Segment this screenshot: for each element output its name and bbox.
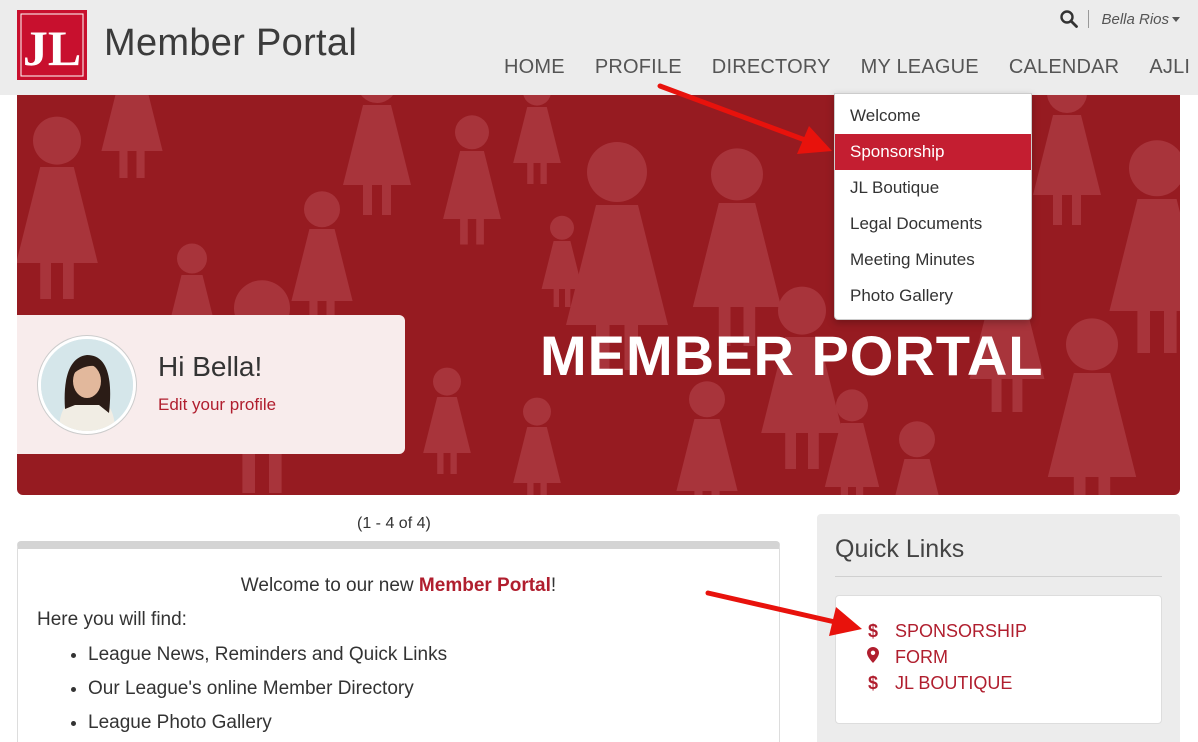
quick-link-label: FORM (895, 647, 948, 667)
avatar[interactable] (38, 336, 136, 434)
welcome-brand: Member Portal (418, 575, 551, 596)
quick-link-label: JL BOUTIQUE (895, 673, 1013, 693)
dollar-icon: $ (867, 673, 878, 693)
edit-profile-link[interactable]: Edit your profile (158, 395, 276, 415)
dropdown-item-legal-documents[interactable]: Legal Documents (835, 206, 1031, 242)
pagination-count: (1 - 4 of 4) (357, 515, 431, 532)
nav-directory[interactable]: DIRECTORY (697, 56, 846, 79)
jl-logo-mark: JL (17, 10, 87, 80)
dropdown-item-meeting-minutes[interactable]: Meeting Minutes (835, 242, 1031, 278)
quick-links-panel: Quick Links $ SPONSORSHIP FORM $ JL BOUT… (817, 514, 1180, 742)
dropdown-item-welcome[interactable]: Welcome (835, 98, 1031, 134)
nav-home[interactable]: HOME (489, 56, 580, 79)
quick-link-jl-boutique[interactable]: $ JL BOUTIQUE (866, 673, 1012, 694)
quick-link-label: SPONSORSHIP (895, 621, 1028, 641)
nav-my-league[interactable]: MY LEAGUE (846, 56, 994, 79)
greeting-card: Hi Bella! Edit your profile (17, 315, 405, 454)
quick-links-title: Quick Links (835, 535, 965, 563)
dropdown-item-photo-gallery[interactable]: Photo Gallery (835, 278, 1031, 314)
profile-photo (41, 339, 133, 431)
quick-links-box: $ SPONSORSHIP FORM $ JL BOUTIQUE (835, 595, 1162, 724)
list-item: League News, Reminders and Quick Links (88, 643, 447, 677)
nav-profile[interactable]: PROFILE (580, 56, 697, 79)
quick-link-sponsorship[interactable]: $ SPONSORSHIP (866, 621, 1027, 642)
user-name: Bella Rios (1101, 10, 1169, 28)
map-pin-icon (866, 647, 880, 668)
main-nav: HOME PROFILE DIRECTORY MY LEAGUE CALENDA… (489, 56, 1198, 79)
dollar-icon: $ (867, 621, 878, 641)
welcome-prefix: Welcome to our new (240, 575, 419, 596)
logo-text: JL (23, 20, 81, 76)
site-title[interactable]: Member Portal (104, 22, 357, 65)
quick-link-form[interactable]: FORM (866, 647, 948, 668)
caret-down-icon (1172, 17, 1180, 23)
hero-title: MEMBER PORTAL (540, 324, 1044, 387)
list-item: Our League's online Member Directory (88, 677, 447, 711)
utility-divider (1088, 10, 1090, 28)
nav-ajli[interactable]: AJLI (1134, 56, 1198, 79)
utility-bar: Bella Rios (1060, 10, 1180, 28)
dropdown-item-sponsorship[interactable]: Sponsorship (835, 134, 1031, 170)
find-label: Here you will find: (37, 609, 187, 630)
site-header: JL Member Portal Bella Rios HOME PROFILE… (0, 0, 1198, 95)
feature-list: League News, Reminders and Quick Links O… (88, 643, 447, 742)
dropdown-item-jl-boutique[interactable]: JL Boutique (835, 170, 1031, 206)
quick-links-divider (835, 576, 1162, 577)
greeting-text: Hi Bella! (158, 351, 263, 382)
search-icon[interactable] (1060, 10, 1079, 28)
my-league-dropdown: Welcome Sponsorship JL Boutique Legal Do… (834, 93, 1032, 320)
nav-calendar[interactable]: CALENDAR (994, 56, 1135, 79)
jl-logo[interactable]: JL (17, 10, 87, 80)
list-item: League Photo Gallery (88, 711, 447, 742)
user-menu[interactable]: Bella Rios (1101, 11, 1180, 28)
news-panel: Welcome to our new Member Portal! Here y… (17, 541, 780, 742)
welcome-heading: Welcome to our new Member Portal! (18, 575, 779, 597)
welcome-suffix: ! (550, 575, 557, 596)
